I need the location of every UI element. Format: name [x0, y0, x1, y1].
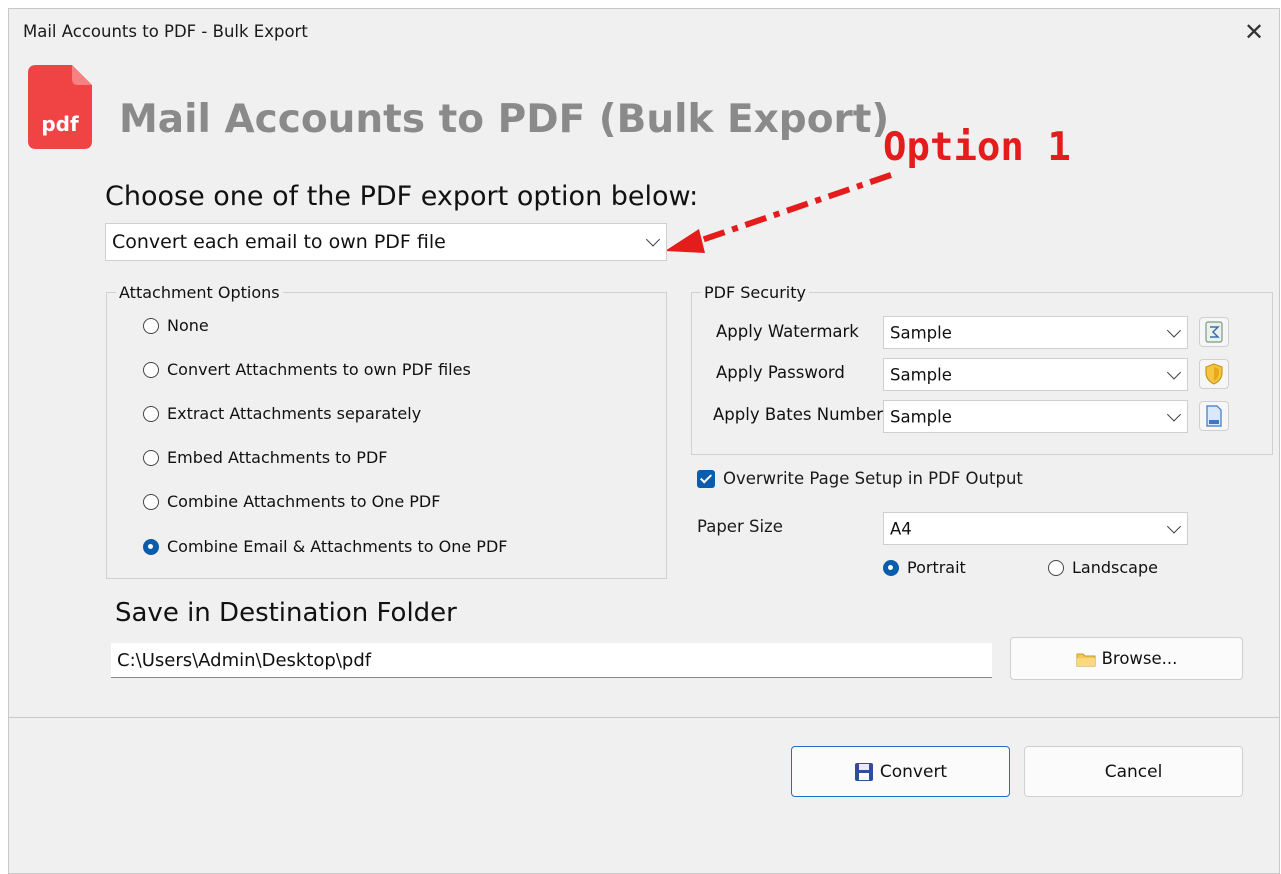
radio-button[interactable] — [143, 317, 159, 334]
logo-text: pdf — [41, 112, 79, 136]
title-bar: Mail Accounts to PDF - Bulk Export ✕ — [9, 9, 1279, 57]
watermark-label: Apply Watermark — [716, 322, 859, 341]
folder-icon — [1076, 653, 1096, 666]
password-label: Apply Password — [716, 363, 845, 382]
password-select[interactable]: Sample — [883, 358, 1188, 391]
radio-label: Combine Attachments to One PDF — [167, 492, 441, 511]
export-option-prompt: Choose one of the PDF export option belo… — [105, 181, 699, 212]
browse-label: Browse... — [1101, 649, 1178, 668]
document-icon — [1206, 405, 1222, 427]
password-settings-button[interactable] — [1199, 359, 1229, 389]
password-value: Sample — [890, 365, 952, 384]
separator — [9, 717, 1279, 718]
overwrite-page-setup-label: Overwrite Page Setup in PDF Output — [723, 469, 1023, 488]
export-dialog: Mail Accounts to PDF - Bulk Export ✕ pdf… — [8, 8, 1280, 874]
radio-embed-attachments[interactable]: Embed Attachments to PDF — [143, 448, 387, 467]
radio-button[interactable] — [143, 538, 159, 555]
paper-size-label: Paper Size — [697, 517, 783, 536]
annotation-label: Option 1 — [883, 125, 1071, 170]
bates-number-label: Apply Bates Number — [713, 405, 884, 424]
radio-none[interactable]: None — [143, 316, 209, 335]
radio-portrait[interactable]: Portrait — [883, 558, 966, 577]
pdf-file-icon: pdf — [28, 65, 92, 149]
close-icon[interactable]: ✕ — [1239, 17, 1269, 47]
pdf-security-legend: PDF Security — [701, 283, 809, 302]
watermark-value: Sample — [890, 323, 952, 342]
cancel-button[interactable]: Cancel — [1024, 746, 1243, 797]
radio-label: None — [167, 316, 209, 335]
app-heading: Mail Accounts to PDF (Bulk Export) — [119, 97, 890, 142]
window-title: Mail Accounts to PDF - Bulk Export — [23, 22, 308, 41]
watermark-select[interactable]: Sample — [883, 316, 1188, 349]
radio-label: Extract Attachments separately — [167, 404, 422, 423]
chevron-down-icon — [1166, 406, 1182, 422]
bates-number-select[interactable]: Sample — [883, 400, 1188, 433]
destination-folder-label: Save in Destination Folder — [115, 598, 457, 628]
watermark-settings-button[interactable] — [1199, 317, 1229, 347]
radio-combine-attachments[interactable]: Combine Attachments to One PDF — [143, 492, 440, 511]
attachment-options-group — [106, 292, 667, 579]
chevron-down-icon — [645, 232, 661, 247]
export-option-value: Convert each email to own PDF file — [112, 231, 446, 253]
radio-extract-attachments[interactable]: Extract Attachments separately — [143, 404, 421, 423]
chevron-down-icon — [1166, 518, 1182, 534]
radio-convert-attachments[interactable]: Convert Attachments to own PDF files — [143, 360, 471, 379]
cancel-label: Cancel — [1104, 761, 1163, 782]
radio-button[interactable] — [143, 449, 159, 466]
radio-combine-email-attachments[interactable]: Combine Email & Attachments to One PDF — [143, 537, 507, 556]
radio-button[interactable] — [143, 405, 159, 422]
bates-number-value: Sample — [890, 407, 952, 426]
radio-label: Combine Email & Attachments to One PDF — [167, 537, 508, 556]
watermark-icon — [1205, 321, 1223, 343]
overwrite-page-setup-checkbox[interactable]: Overwrite Page Setup in PDF Output — [697, 469, 1023, 488]
paper-size-value: A4 — [890, 519, 912, 538]
radio-button[interactable] — [1048, 559, 1064, 576]
chevron-down-icon — [1166, 364, 1182, 380]
radio-label: Portrait — [907, 558, 966, 577]
shield-icon — [1205, 363, 1223, 385]
radio-button[interactable] — [883, 559, 899, 576]
checkbox-checked[interactable] — [697, 469, 715, 488]
chevron-down-icon — [1166, 322, 1182, 338]
save-icon — [854, 762, 873, 781]
bates-number-settings-button[interactable] — [1199, 401, 1229, 431]
radio-landscape[interactable]: Landscape — [1048, 558, 1158, 577]
radio-label: Embed Attachments to PDF — [167, 448, 388, 467]
convert-button[interactable]: Convert — [791, 746, 1010, 797]
attachment-options-legend: Attachment Options — [116, 283, 283, 302]
radio-label: Convert Attachments to own PDF files — [167, 360, 471, 379]
convert-label: Convert — [879, 761, 948, 782]
radio-button[interactable] — [143, 361, 159, 378]
destination-path-input[interactable] — [111, 643, 992, 678]
radio-button[interactable] — [143, 493, 159, 510]
export-option-select[interactable]: Convert each email to own PDF file — [105, 223, 667, 261]
paper-size-select[interactable]: A4 — [883, 512, 1188, 545]
radio-label: Landscape — [1072, 558, 1158, 577]
browse-button[interactable]: Browse... — [1010, 637, 1243, 680]
